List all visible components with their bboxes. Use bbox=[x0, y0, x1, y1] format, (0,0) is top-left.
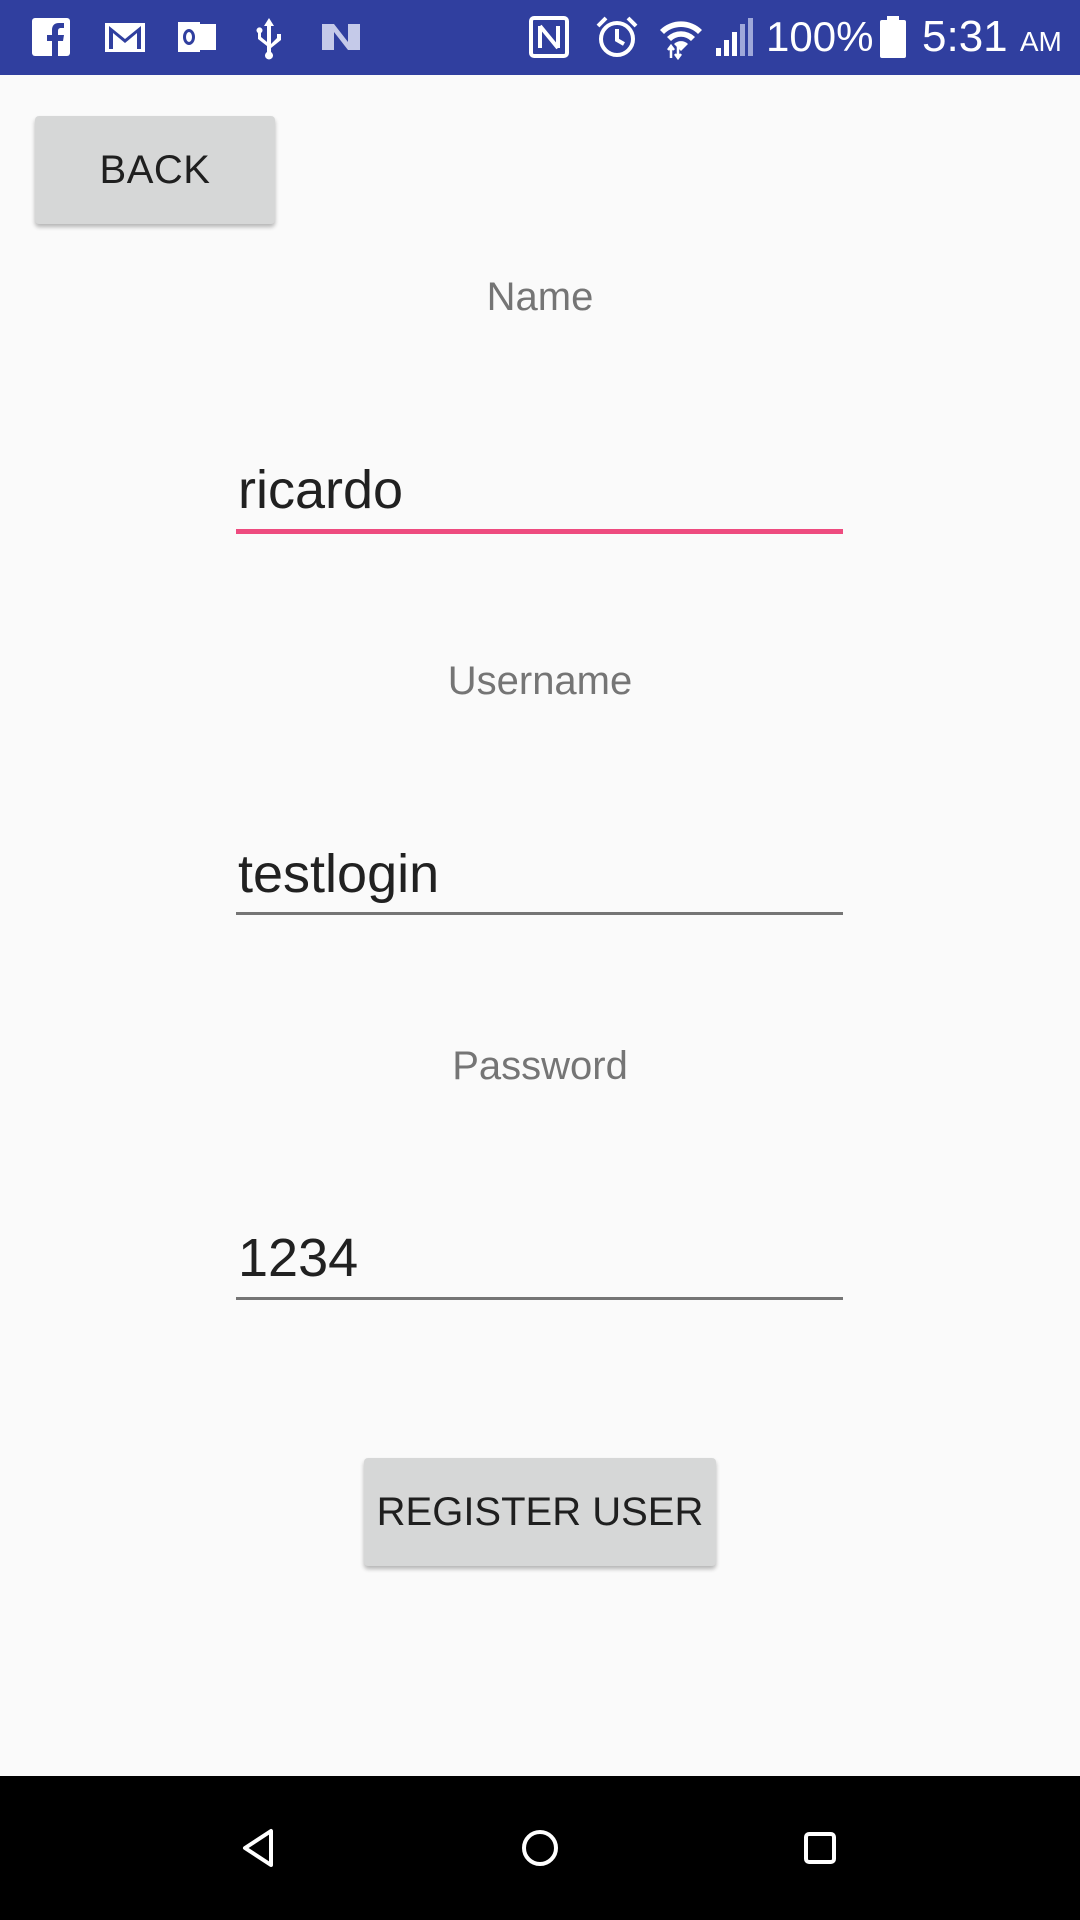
password-label: Password bbox=[452, 1044, 628, 1088]
back-button[interactable]: BACK bbox=[35, 116, 275, 224]
recents-square-icon[interactable] bbox=[780, 1808, 860, 1888]
username-input[interactable] bbox=[236, 838, 843, 910]
usb-icon bbox=[246, 14, 292, 60]
password-input[interactable] bbox=[236, 1222, 843, 1294]
outlook-icon bbox=[174, 14, 220, 60]
battery-icon bbox=[870, 14, 916, 60]
facebook-icon bbox=[28, 14, 74, 60]
username-input-underline bbox=[236, 912, 843, 915]
username-label: Username bbox=[447, 659, 633, 703]
wifi-icon bbox=[658, 14, 704, 60]
battery-percent: 100% bbox=[766, 13, 874, 60]
clock-ampm: AM bbox=[1019, 26, 1062, 57]
signal-icon bbox=[710, 14, 756, 60]
back-triangle-icon[interactable] bbox=[220, 1808, 300, 1888]
register-screen: 100% 5:31 AM BACK Name Username Password… bbox=[0, 0, 1080, 1920]
gmail-icon bbox=[102, 14, 148, 60]
nfc-icon bbox=[526, 14, 572, 60]
status-clock: 5:31 AM bbox=[922, 14, 1062, 65]
name-input-underline bbox=[236, 529, 843, 534]
clock-time: 5:31 bbox=[922, 12, 1008, 61]
navigation-bar bbox=[0, 1776, 1080, 1920]
register-user-button[interactable]: REGISTER USER bbox=[364, 1458, 716, 1566]
n-app-icon bbox=[318, 14, 364, 60]
status-bar: 100% 5:31 AM bbox=[0, 0, 1080, 75]
home-circle-icon[interactable] bbox=[500, 1808, 580, 1888]
alarm-icon bbox=[594, 14, 640, 60]
password-input-underline bbox=[236, 1297, 843, 1300]
name-input[interactable] bbox=[236, 454, 843, 526]
name-label: Name bbox=[486, 275, 594, 319]
